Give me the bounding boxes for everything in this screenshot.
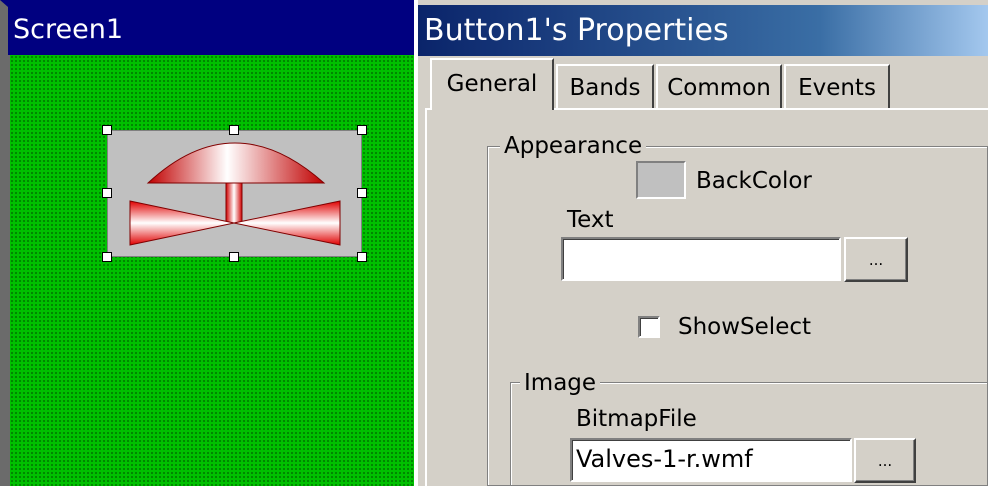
- resize-handle-top-left[interactable]: [102, 125, 112, 135]
- tab-common[interactable]: Common: [656, 64, 782, 108]
- text-input[interactable]: [561, 237, 841, 281]
- screen-window-title[interactable]: Screen1: [0, 0, 414, 55]
- resize-handle-middle-left[interactable]: [102, 188, 112, 198]
- bitmapfile-label: BitmapFile: [576, 406, 697, 432]
- tab-general[interactable]: General: [430, 58, 554, 110]
- screen-designer-window: Screen1: [0, 0, 414, 486]
- showselect-label[interactable]: ShowSelect: [678, 313, 811, 341]
- showselect-checkbox[interactable]: [638, 316, 660, 338]
- bitmapfile-browse-button[interactable]: ...: [854, 438, 916, 483]
- resize-handle-middle-right[interactable]: [357, 188, 367, 198]
- resize-handle-bottom-left[interactable]: [102, 252, 112, 262]
- screen-canvas[interactable]: [10, 55, 414, 486]
- resize-handle-top-right[interactable]: [357, 125, 367, 135]
- tab-bands[interactable]: Bands: [556, 64, 654, 108]
- appearance-group-caption: Appearance: [500, 133, 647, 159]
- valve-button-control[interactable]: [107, 130, 362, 257]
- screen-window-frame: [0, 55, 10, 486]
- backcolor-label: BackColor: [696, 168, 812, 194]
- image-group-caption: Image: [520, 370, 601, 396]
- tab-events[interactable]: Events: [784, 64, 890, 108]
- resize-handle-bottom-center[interactable]: [229, 252, 239, 262]
- resize-handle-bottom-right[interactable]: [357, 252, 367, 262]
- resize-handle-top-center[interactable]: [229, 125, 239, 135]
- valve-icon: [129, 142, 341, 246]
- text-browse-button[interactable]: ...: [844, 237, 908, 282]
- bitmapfile-input[interactable]: Valves-1-r.wmf: [570, 438, 852, 482]
- text-label: Text: [567, 207, 614, 233]
- backcolor-swatch[interactable]: [636, 161, 686, 199]
- properties-dialog-title[interactable]: Button1's Properties: [418, 5, 988, 56]
